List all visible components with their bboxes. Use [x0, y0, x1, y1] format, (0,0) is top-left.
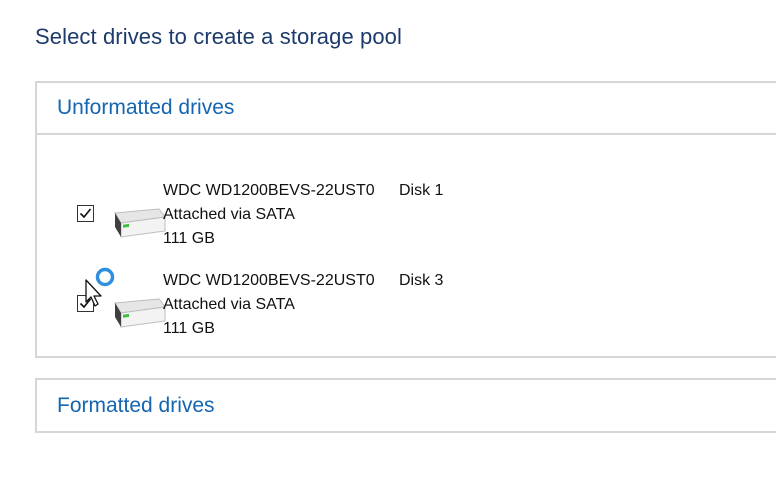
drive-details: WDC WD1200BEVS-22UST0 Attached via SATA … [163, 179, 375, 251]
drive-connection: Attached via SATA [163, 206, 295, 223]
unformatted-drives-section: Unformatted drives WDC WD1200BEVS-22UST0… [35, 81, 776, 358]
drive-list-item[interactable]: WDC WD1200BEVS-22UST0 Attached via SATA … [37, 269, 776, 341]
drive-name: WDC WD1200BEVS-22UST0 [163, 272, 375, 289]
storage-pool-page: Select drives to create a storage pool U… [0, 0, 776, 480]
drive-list-item[interactable]: WDC WD1200BEVS-22UST0 Attached via SATA … [37, 179, 776, 251]
drive-details: WDC WD1200BEVS-22UST0 Attached via SATA … [163, 269, 375, 341]
drive-checkbox[interactable] [77, 205, 94, 222]
hard-drive-icon [114, 208, 166, 238]
formatted-drives-section: Formatted drives [35, 378, 776, 433]
drive-size: 111 GB [163, 230, 215, 247]
unformatted-drives-header[interactable]: Unformatted drives [37, 83, 776, 135]
formatted-drives-header[interactable]: Formatted drives [37, 380, 776, 431]
drive-size: 111 GB [163, 320, 215, 337]
busy-pointer-cursor-icon [85, 267, 115, 307]
page-title: Select drives to create a storage pool [35, 24, 403, 49]
checkmark-icon [79, 208, 92, 219]
drive-disk-number: Disk 1 [399, 182, 444, 199]
drive-connection: Attached via SATA [163, 296, 295, 313]
drive-name: WDC WD1200BEVS-22UST0 [163, 182, 375, 199]
drive-disk-number: Disk 3 [399, 272, 444, 289]
